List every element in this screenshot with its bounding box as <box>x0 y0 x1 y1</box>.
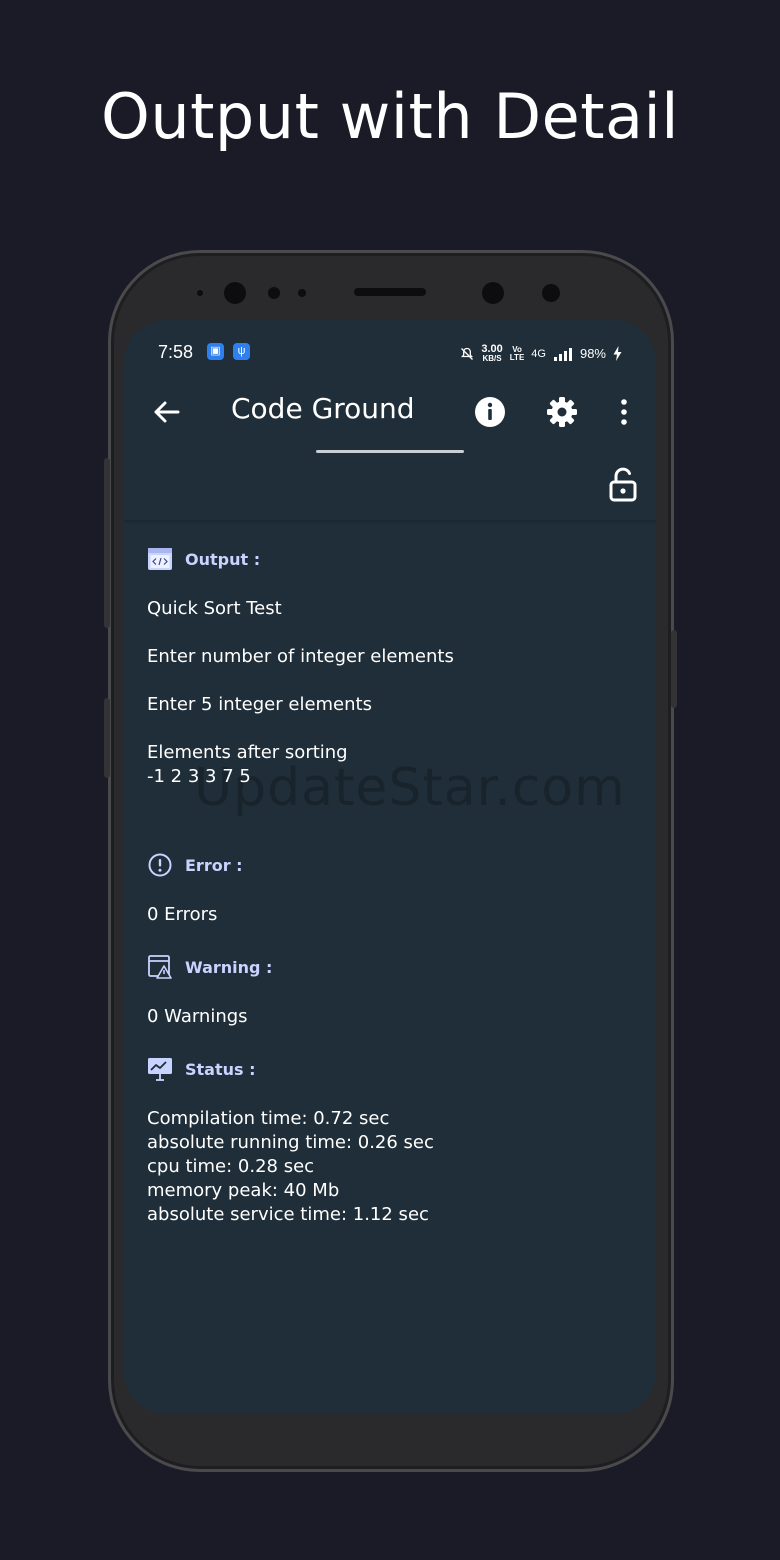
output-line: Enter number of integer elements <box>147 646 454 667</box>
status-right: 3.00 KB/S Vo LTE 4G 98% <box>460 344 622 363</box>
iris-camera <box>482 282 504 304</box>
back-arrow-icon[interactable] <box>146 392 186 432</box>
settings-gear-icon[interactable] <box>542 392 582 432</box>
warning-label: Warning : <box>185 957 273 977</box>
signal-icon <box>553 347 572 361</box>
status-section-header: Status : <box>147 1055 637 1083</box>
network-type: 4G <box>531 347 546 360</box>
status-line: absolute service time: 1.12 sec <box>147 1204 429 1225</box>
light-sensor <box>298 289 306 297</box>
divider <box>124 520 656 524</box>
lock-open-icon[interactable] <box>608 466 638 502</box>
tab-indicator <box>316 450 464 453</box>
android-app-icon: ▣ <box>207 343 224 360</box>
error-section-header: Error : <box>147 851 637 879</box>
status-line: cpu time: 0.28 sec <box>147 1156 315 1177</box>
app-title: Code Ground <box>231 392 415 425</box>
volume-button <box>104 458 110 628</box>
promo-title: Output with Detail <box>101 80 679 153</box>
info-icon[interactable] <box>470 392 510 432</box>
warning-text: 0 Warnings <box>147 1006 248 1027</box>
phone-screen: 7:58 ▣ ψ 3.00 KB/S Vo LTE 4G 98% Code Gr… <box>124 320 656 1414</box>
status-line: memory peak: 40 Mb <box>147 1180 340 1201</box>
output-section-header: Output : <box>147 545 637 573</box>
error-alert-icon <box>148 853 172 877</box>
warning-window-icon <box>148 955 172 979</box>
charging-icon <box>613 346 622 361</box>
status-bar: 7:58 ▣ ψ 3.00 KB/S Vo LTE 4G 98% <box>124 320 656 384</box>
warning-section-header: Warning : <box>147 953 637 981</box>
power-button <box>671 630 677 708</box>
volte-indicator: Vo LTE <box>509 344 525 362</box>
output-label: Output : <box>185 549 261 569</box>
status-line: absolute running time: 0.26 sec <box>147 1132 434 1153</box>
output-line: Elements after sorting <box>147 742 348 763</box>
battery-level: 98% <box>579 346 606 361</box>
net-speed: 3.00 KB/S <box>481 343 503 363</box>
error-text: 0 Errors <box>147 904 218 925</box>
code-window-icon <box>148 548 172 570</box>
app-bar: Code Ground <box>124 384 656 448</box>
mute-bell-icon <box>461 347 474 360</box>
front-camera <box>224 282 246 304</box>
front-sensor <box>197 290 203 296</box>
output-line: Quick Sort Test <box>147 598 282 619</box>
earpiece-speaker <box>354 288 426 296</box>
usb-icon: ψ <box>233 343 250 360</box>
proximity-sensor <box>268 287 280 299</box>
results-content: Output : Quick Sort Test Enter number of… <box>147 545 637 1227</box>
more-vert-icon[interactable] <box>604 392 644 432</box>
output-line: -1 2 3 3 7 5 <box>147 766 251 787</box>
output-line: Enter 5 integer elements <box>147 694 372 715</box>
status-line: Compilation time: 0.72 sec <box>147 1108 390 1129</box>
presentation-chart-icon <box>148 1058 172 1081</box>
bixby-button <box>104 698 110 778</box>
status-label: Status : <box>185 1059 256 1079</box>
status-time: 7:58 <box>158 342 194 362</box>
iris-led <box>542 284 560 302</box>
error-label: Error : <box>185 855 243 875</box>
